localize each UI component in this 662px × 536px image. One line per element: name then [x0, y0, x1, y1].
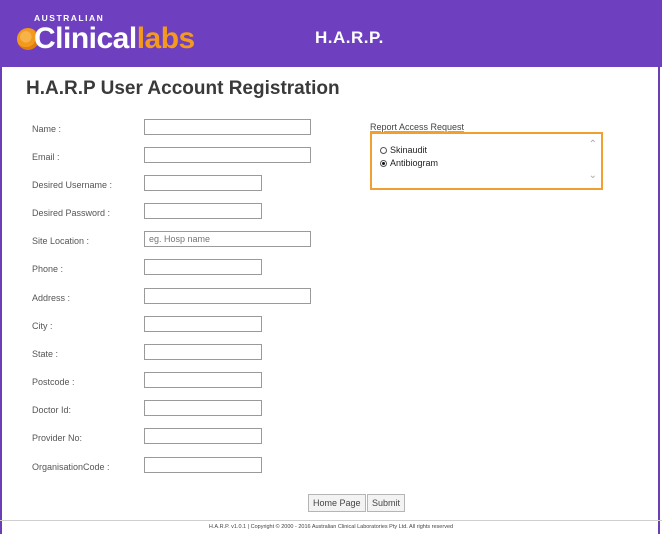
state-label: State :	[32, 349, 59, 359]
phone-input[interactable]	[144, 259, 262, 275]
logo-word-labs: labs	[136, 22, 196, 55]
provider-no-input[interactable]	[144, 428, 262, 444]
state-input[interactable]	[144, 344, 262, 360]
logo-wordmark: Clinicallabs	[34, 22, 195, 56]
chevron-down-icon[interactable]: ⌄	[589, 170, 597, 181]
submit-button[interactable]: Submit	[367, 494, 406, 512]
postcode-label: Postcode :	[32, 377, 75, 387]
doctor-id-input[interactable]	[144, 400, 262, 416]
option-skinaudit-label: Skinaudit	[390, 145, 428, 155]
username-input[interactable]	[144, 175, 262, 191]
provider-no-label: Provider No:	[32, 433, 83, 443]
name-input[interactable]	[144, 119, 311, 135]
report-access-label: Report Access Request	[370, 122, 465, 132]
city-input[interactable]	[144, 316, 262, 332]
address-label: Address :	[32, 293, 71, 303]
email-input[interactable]	[144, 147, 311, 163]
postcode-input[interactable]	[144, 372, 262, 388]
option-antibiogram-label: Antibiogram	[390, 158, 439, 168]
footer-copyright: H.A.R.P. v1.0.1 | Copyright © 2000 - 201…	[208, 524, 454, 530]
doctor-id-label: Doctor Id:	[32, 405, 72, 415]
phone-label: Phone :	[32, 264, 64, 274]
radio-unchecked-icon[interactable]	[380, 146, 387, 154]
option-antibiogram[interactable]: Antibiogram	[380, 158, 438, 168]
city-label: City :	[32, 321, 53, 331]
page-title: H.A.R.P User Account Registration	[26, 78, 340, 99]
site-location-input[interactable]	[144, 231, 311, 247]
radio-checked-icon[interactable]	[380, 159, 387, 167]
option-skinaudit[interactable]: Skinaudit	[380, 145, 427, 155]
organisation-code-label: OrganisationCode :	[32, 462, 110, 472]
site-location-label: Site Location :	[32, 236, 90, 246]
address-input[interactable]	[144, 288, 311, 304]
name-label: Name :	[32, 124, 62, 134]
password-label: Desired Password :	[32, 208, 111, 218]
report-access-listbox[interactable]: Skinaudit Antibiogram ⌃ ⌄	[370, 132, 603, 190]
app-title: H.A.R.P.	[315, 28, 384, 47]
email-label: Email :	[32, 152, 60, 162]
chevron-up-icon[interactable]: ⌃	[589, 139, 597, 150]
footer-divider	[0, 520, 662, 521]
organisation-code-input[interactable]	[144, 457, 262, 473]
home-page-button[interactable]: Home Page	[308, 494, 366, 512]
password-input[interactable]	[144, 203, 262, 219]
username-label: Desired Username :	[32, 180, 113, 190]
logo-word-clinical: Clinical	[34, 22, 137, 55]
header-bar: AUSTRALIAN Clinicallabs H.A.R.P.	[0, 0, 662, 67]
